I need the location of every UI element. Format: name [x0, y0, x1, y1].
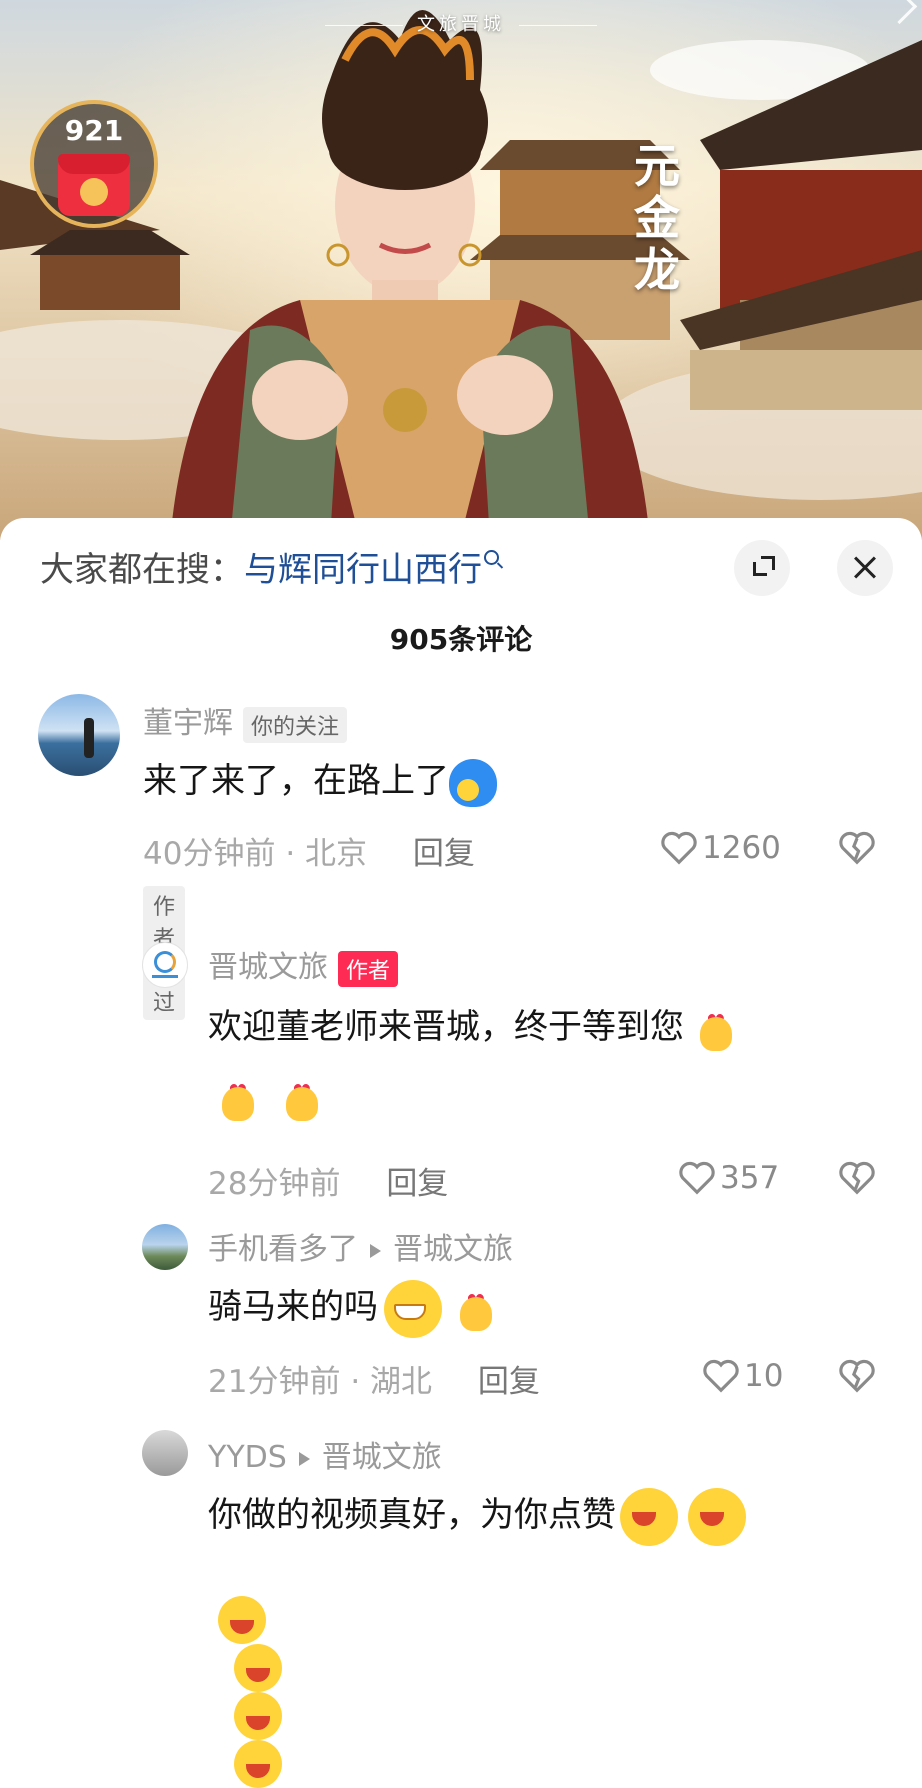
video-caption: 元金龙: [634, 139, 680, 297]
reply-time: 21分钟前: [208, 1364, 341, 1400]
laughing-emoji-icon: [688, 1487, 746, 1546]
comment-panel: 大家都在搜：与辉同行山西行 905条评论 董宇辉 你的关注 来了来了，在路上了 4…: [0, 518, 922, 1788]
heart-outline-icon: [661, 831, 697, 864]
comment-count: 905条评论: [389, 623, 533, 656]
heart-outline-icon: [703, 1359, 739, 1392]
red-packet-widget[interactable]: 921: [30, 100, 158, 228]
heart-outline-icon: [679, 1161, 715, 1194]
avatar[interactable]: [142, 942, 188, 988]
trending-search[interactable]: 大家都在搜：与辉同行山西行: [40, 542, 499, 591]
broken-heart-icon: [839, 831, 875, 865]
comment-time: 40分钟前: [143, 836, 276, 872]
search-keyword-link[interactable]: 与辉同行山西行: [244, 550, 482, 590]
red-envelope-icon: [58, 154, 130, 216]
reply-text: 骑马来的吗: [208, 1287, 378, 1327]
brand-text: 文旅晋城: [417, 14, 505, 35]
avatar[interactable]: [38, 694, 120, 776]
video-watermark: 文旅晋城: [0, 10, 922, 36]
video-player[interactable]: 文旅晋城 元金龙 921: [0, 0, 922, 540]
reply-button[interactable]: 回复: [413, 836, 475, 872]
reply-button[interactable]: 回复: [478, 1364, 540, 1400]
reply-username[interactable]: 晋城文旅: [208, 950, 328, 985]
reply-username[interactable]: 手机看多了: [208, 1232, 358, 1267]
reply-text: 你做的视频真好，为你点赞: [208, 1495, 616, 1535]
comment-username[interactable]: 董宇辉: [143, 706, 233, 741]
like-button[interactable]: 357: [678, 1158, 779, 1196]
following-badge: 你的关注: [243, 706, 348, 743]
dislike-button[interactable]: [838, 1160, 876, 1196]
avatar[interactable]: [142, 1224, 188, 1270]
reply-to-arrow-icon: [370, 1243, 381, 1258]
meta-separator: ·: [350, 1364, 361, 1400]
reply-time: 28分钟前: [208, 1166, 341, 1202]
reply-text: 欢迎董老师来晋城，终于等到您: [208, 1007, 684, 1047]
like-count: 357: [720, 1159, 780, 1196]
emoji-row-partial: [218, 1596, 282, 1788]
dislike-button[interactable]: [838, 830, 876, 866]
red-packet-count: 921: [64, 114, 124, 147]
like-count: 10: [744, 1357, 784, 1394]
author-badge: 作者: [338, 950, 399, 987]
close-button[interactable]: [837, 540, 893, 596]
comment-location: 北京: [305, 836, 368, 872]
meta-separator: ·: [285, 836, 296, 872]
reply-location: 湖北: [370, 1364, 433, 1400]
video-frame: [0, 0, 922, 540]
search-icon: [484, 550, 499, 565]
broken-heart-icon: [839, 1161, 875, 1195]
reply-to-username[interactable]: 晋城文旅: [393, 1232, 513, 1267]
reply-button[interactable]: 回复: [386, 1166, 448, 1202]
search-prefix: 大家都在搜：: [40, 550, 244, 590]
like-button[interactable]: 1260: [660, 828, 781, 866]
like-button[interactable]: 10: [702, 1356, 783, 1394]
finger-heart-emoji-icon: [214, 1063, 262, 1125]
laughing-emoji-icon: [234, 1740, 282, 1788]
broken-heart-icon: [839, 1359, 875, 1393]
grin-emoji-icon: [384, 1279, 442, 1338]
reply-username[interactable]: YYDS: [208, 1440, 287, 1475]
reply-to-arrow-icon: [298, 1451, 310, 1466]
finger-heart-emoji-icon: [692, 993, 740, 1055]
expand-button[interactable]: [734, 540, 790, 596]
finger-heart-emoji-icon: [278, 1063, 326, 1125]
finger-heart-emoji-icon: [452, 1273, 500, 1335]
laughing-emoji-icon: [234, 1692, 282, 1740]
laughing-emoji-icon: [234, 1644, 282, 1692]
reply-to-username[interactable]: 晋城文旅: [322, 1440, 442, 1475]
like-count: 1260: [702, 829, 781, 866]
laughing-emoji-icon: [218, 1596, 266, 1644]
laughing-emoji-icon: [620, 1487, 678, 1546]
comment-text: 来了来了，在路上了: [143, 761, 449, 801]
avatar[interactable]: [142, 1430, 188, 1476]
emoji-icon: [449, 758, 497, 807]
dislike-button[interactable]: [838, 1358, 876, 1394]
